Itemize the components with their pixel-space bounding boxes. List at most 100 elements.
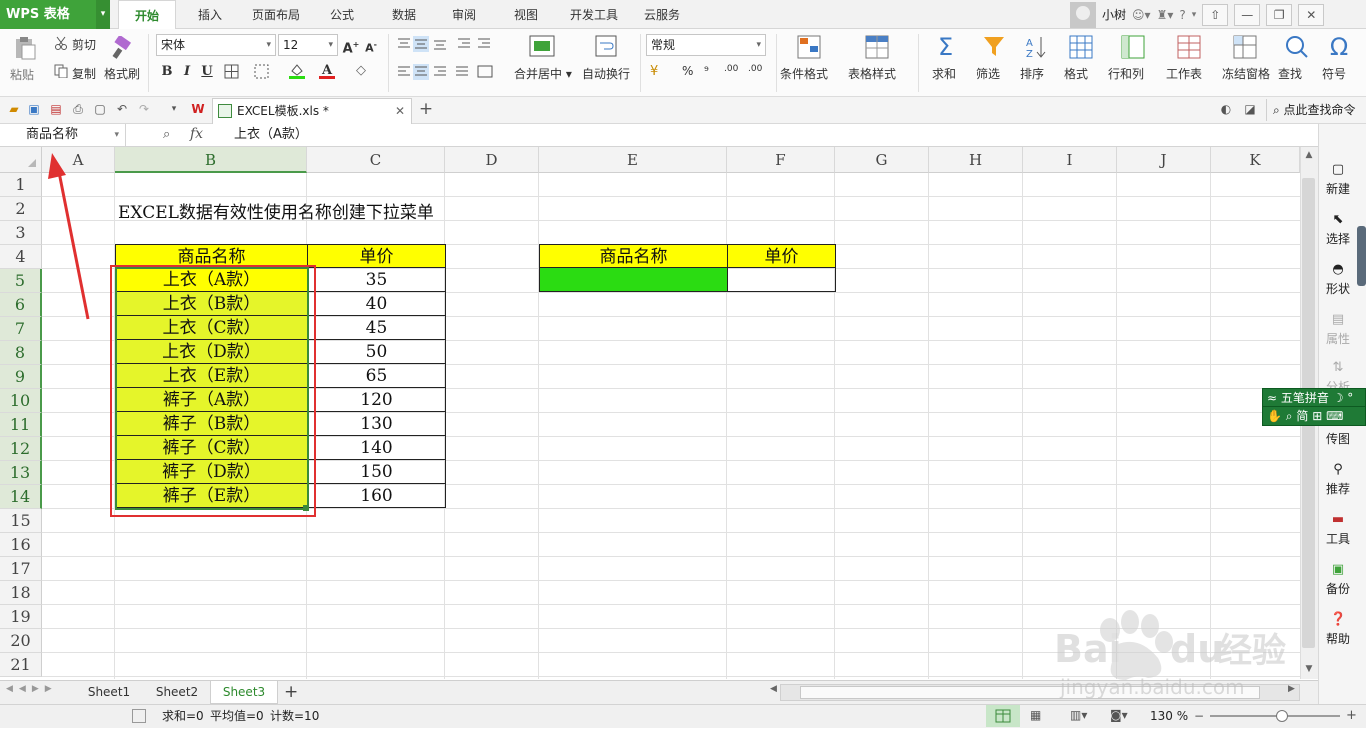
sidebar-collapse-handle[interactable] (1357, 226, 1366, 286)
border-icon[interactable] (224, 64, 240, 80)
format-button[interactable]: 格式 (1064, 65, 1088, 82)
table1-name-cell[interactable]: 上衣（D款） (115, 340, 308, 364)
sort-icon[interactable]: AZ (1024, 34, 1048, 60)
column-header-k[interactable]: K (1211, 147, 1300, 173)
worksheet-button[interactable]: 工作表 (1166, 65, 1202, 82)
horizontal-scrollbar-thumb[interactable] (800, 686, 1260, 699)
italic-button[interactable]: I (178, 63, 196, 81)
zoom-in-icon[interactable]: + (1346, 708, 1357, 723)
skin-icon[interactable]: ☺▾ (1132, 8, 1151, 22)
feedback-icon[interactable]: ◪ (1242, 101, 1258, 117)
search-icon[interactable]: ⌕ (1286, 409, 1293, 423)
print-preview-icon[interactable]: ▢ (92, 101, 108, 117)
minimize-button[interactable]: — (1234, 3, 1261, 26)
sidebar-item-analysis[interactable]: ⇅ 分析 (1318, 360, 1358, 388)
zoom-level[interactable]: 130 % (1150, 704, 1188, 728)
format-icon[interactable] (1068, 34, 1094, 60)
font-grow-button[interactable]: A+ (342, 36, 360, 56)
row-header-1[interactable]: 1 (0, 173, 42, 197)
find-command-box[interactable]: ⌕ 点此查找命令 (1266, 99, 1356, 121)
table1-price-cell[interactable]: 120 (307, 388, 446, 412)
maximize-button[interactable]: ❐ (1266, 3, 1293, 26)
format-painter-button[interactable]: 格式刷 (104, 65, 140, 82)
copy-icon[interactable] (54, 64, 68, 79)
decimal-decrease-button[interactable]: .00 (748, 64, 762, 74)
document-tab[interactable]: EXCEL模板.xls * ✕ (212, 98, 412, 124)
currency-icon[interactable]: ¥ (650, 64, 668, 80)
bold-button[interactable]: B (158, 63, 176, 81)
row-header-21[interactable]: 21 (0, 653, 42, 677)
column-header-c[interactable]: C (307, 147, 445, 173)
row-header-5[interactable]: 5 (0, 269, 42, 293)
column-header-a[interactable]: A (42, 147, 115, 173)
ime-simplified-label[interactable]: 简 (1296, 409, 1308, 423)
font-color-icon[interactable]: A (318, 62, 336, 80)
table1-header-name[interactable]: 商品名称 (115, 244, 308, 268)
eye-protect-icon[interactable]: ◙▾ (1110, 708, 1128, 722)
column-header-i[interactable]: I (1023, 147, 1117, 173)
tab-developer[interactable]: 开发工具 (562, 0, 626, 29)
row-header-11[interactable]: 11 (0, 413, 42, 437)
row-header-2[interactable]: 2 (0, 197, 42, 221)
add-sheet-plus-icon[interactable]: + (284, 682, 298, 702)
sheet-tab-2[interactable]: Sheet2 (144, 681, 210, 704)
table1-name-cell[interactable]: 上衣（C款） (115, 316, 308, 340)
wps-app-menu-button[interactable]: WPS 表格 ▾ (0, 0, 110, 29)
skin-switch-icon[interactable]: ◐ (1218, 101, 1234, 117)
scroll-right-icon[interactable]: ▶ (1288, 684, 1295, 694)
sort-button[interactable]: 排序 (1020, 65, 1044, 82)
conditional-format-icon[interactable] (796, 34, 822, 60)
moon-icon[interactable]: ☽ ° (1333, 391, 1354, 405)
wps-w-icon[interactable]: W (190, 101, 206, 117)
hand-icon[interactable]: ✋ (1267, 409, 1282, 423)
row-header-8[interactable]: 8 (0, 341, 42, 365)
font-size-select[interactable]: 12 (278, 34, 338, 56)
fill-pattern-icon[interactable] (254, 64, 270, 80)
sidebar-item-recommend[interactable]: ⚲ 推荐 (1318, 462, 1358, 497)
font-name-select[interactable]: 宋体 (156, 34, 276, 56)
format-painter-icon[interactable] (110, 34, 134, 60)
sheet-tab-3[interactable]: Sheet3 (210, 681, 278, 704)
tab-formulas[interactable]: 公式 (318, 0, 366, 29)
font-shrink-button[interactable]: A- (362, 36, 380, 55)
column-header-h[interactable]: H (929, 147, 1023, 173)
find-icon[interactable] (1284, 34, 1310, 60)
table-style-button[interactable]: 表格样式 (848, 65, 896, 82)
row-header-10[interactable]: 10 (0, 389, 42, 413)
row-header-4[interactable]: 4 (0, 245, 42, 269)
cut-button[interactable]: 剪切 (72, 36, 96, 53)
find-button[interactable]: 查找 (1278, 65, 1302, 82)
symbol-icon[interactable]: Ω (1326, 34, 1352, 60)
chevron-down-icon[interactable]: ▾ (1192, 10, 1197, 20)
zoom-formula-icon[interactable]: ⌕ (163, 127, 179, 143)
reading-view-icon[interactable]: ▥▾ (1070, 708, 1087, 722)
row-header-13[interactable]: 13 (0, 461, 42, 485)
sidebar-item-properties[interactable]: ▤ 属性 (1318, 312, 1358, 347)
percent-button[interactable]: % (682, 64, 693, 78)
table1-price-cell[interactable]: 50 (307, 340, 446, 364)
merge-center-button[interactable]: 合并居中 ▾ (514, 65, 572, 82)
fill-handle[interactable] (303, 505, 309, 511)
tab-home[interactable]: 开始 (118, 0, 176, 30)
sidebar-item-select[interactable]: ⬉ 选择 (1318, 212, 1358, 247)
table2-header-price[interactable]: 单价 (727, 244, 836, 268)
tab-cloud[interactable]: 云服务 (636, 0, 688, 29)
row-header-20[interactable]: 20 (0, 629, 42, 653)
row-header-9[interactable]: 9 (0, 365, 42, 389)
rows-columns-icon[interactable] (1120, 34, 1146, 60)
tab-insert[interactable]: 插入 (184, 0, 236, 29)
scroll-up-icon[interactable]: ▲ (1302, 150, 1316, 164)
export-pdf-icon[interactable]: ▤ (48, 101, 64, 117)
clear-format-icon[interactable]: ◇ (356, 63, 374, 81)
keyboard-icon[interactable]: ⌨ (1326, 409, 1343, 423)
table1-name-cell[interactable]: 裤子（E款） (115, 484, 308, 508)
row-header-14[interactable]: 14 (0, 485, 42, 509)
row-header-16[interactable]: 16 (0, 533, 42, 557)
merge-center-icon[interactable] (528, 34, 556, 60)
table1-price-cell[interactable]: 45 (307, 316, 446, 340)
underline-button[interactable]: U (198, 63, 216, 81)
scroll-left-icon[interactable]: ◀ (770, 684, 777, 694)
table1-price-cell[interactable]: 140 (307, 436, 446, 460)
macro-record-icon[interactable] (132, 709, 146, 723)
table1-name-cell[interactable]: 上衣（A款） (115, 268, 308, 292)
